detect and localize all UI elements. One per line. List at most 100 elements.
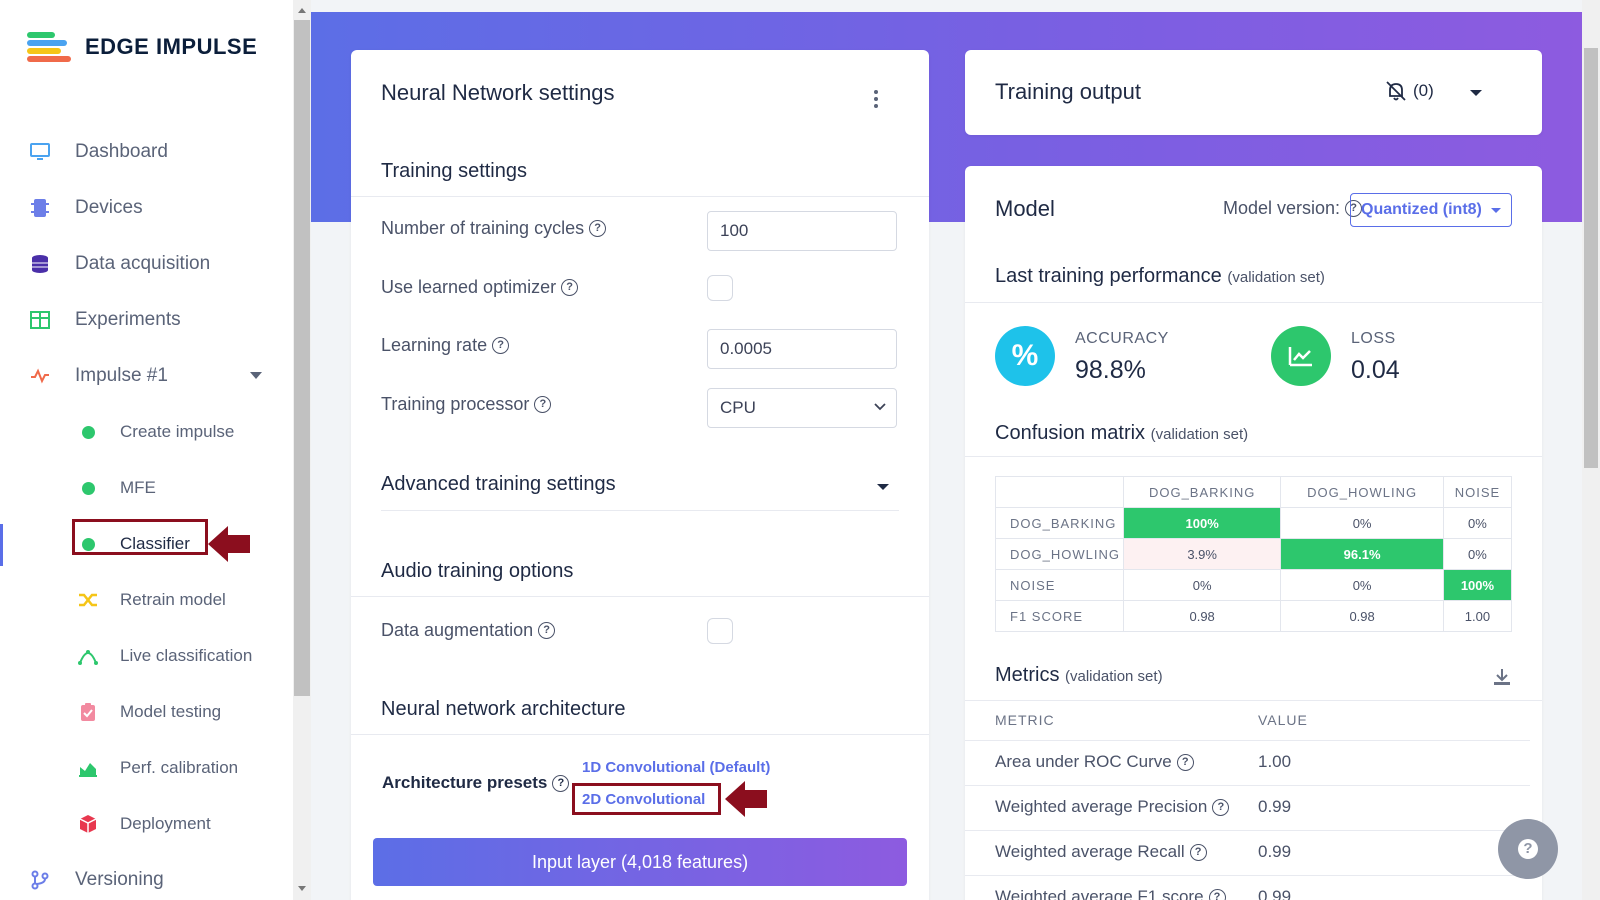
divider xyxy=(965,302,1542,303)
scroll-down-icon[interactable] xyxy=(298,886,306,891)
section-title: Confusion matrix (validation set) xyxy=(995,422,1249,444)
preset-1d-convolutional-link[interactable]: 1D Convolutional (Default) xyxy=(582,759,770,776)
accuracy-value: 98.8% xyxy=(1075,356,1146,384)
metric-value: 0.99 xyxy=(1258,797,1292,816)
help-icon[interactable]: ? xyxy=(552,774,570,792)
value-column-header: VALUE xyxy=(1258,712,1308,728)
sidebar-item-perf-calibration[interactable]: Perf. calibration xyxy=(0,740,293,796)
help-icon[interactable]: ? xyxy=(1189,843,1207,861)
section-title: Audio training options xyxy=(381,560,574,582)
sidebar-item-live-classification[interactable]: Live classification xyxy=(0,628,293,684)
learned-optimizer-checkbox[interactable] xyxy=(707,275,733,301)
area-chart-icon xyxy=(77,757,99,779)
sidebar-item-retrain-model[interactable]: Retrain model xyxy=(0,572,293,628)
learning-rate-input[interactable]: 0.0005 xyxy=(707,329,897,369)
help-icon[interactable]: ? xyxy=(1212,798,1230,816)
training-processor-label: Training processor? xyxy=(381,394,552,415)
loss-label: LOSS xyxy=(1351,330,1396,347)
question-icon: ? xyxy=(1518,839,1538,859)
section-title: Metrics (validation set) xyxy=(995,664,1163,686)
help-icon[interactable]: ? xyxy=(1176,753,1194,771)
sidebar-item-data-acquisition[interactable]: Data acquisition xyxy=(0,236,293,292)
sidebar-item-label: Classifier xyxy=(120,534,190,553)
sidebar-item-dashboard[interactable]: Dashboard xyxy=(0,124,293,180)
help-button[interactable]: ? xyxy=(1498,819,1558,879)
table-row: Weighted average Precision? 0.99 xyxy=(965,785,1530,829)
sidebar-item-mfe[interactable]: MFE xyxy=(0,460,293,516)
scrollbar-thumb[interactable] xyxy=(1584,48,1598,468)
sidebar-item-label: Deployment xyxy=(120,814,211,833)
model-version-dropdown[interactable]: Quantized (int8) xyxy=(1350,193,1512,227)
status-dot-icon xyxy=(77,421,99,443)
preset-2d-convolutional-link[interactable]: 2D Convolutional xyxy=(582,791,705,808)
training-processor-select[interactable]: CPU xyxy=(707,388,897,428)
page-scrollbar[interactable] xyxy=(1582,0,1600,900)
sidebar-item-label: Live classification xyxy=(120,646,253,665)
chevron-down-icon[interactable] xyxy=(250,372,262,379)
matrix-cell: 0.98 xyxy=(1122,600,1282,632)
notifications-toggle[interactable]: (0) xyxy=(1385,80,1434,102)
column-header: DOG_BARKING xyxy=(1122,476,1282,508)
model-card: Model Model version:? Quantized (int8) L… xyxy=(965,166,1542,900)
metric-column-header: METRIC xyxy=(995,712,1055,728)
status-dot-icon xyxy=(77,533,99,555)
caret-down-icon[interactable] xyxy=(1470,90,1482,96)
scroll-up-icon[interactable] xyxy=(298,8,306,13)
column-header: DOG_HOWLING xyxy=(1280,476,1444,508)
table-row: Weighted average Recall? 0.99 xyxy=(965,830,1530,874)
download-icon[interactable] xyxy=(1493,668,1511,686)
sidebar-scrollbar[interactable] xyxy=(293,0,311,900)
pulse-icon xyxy=(29,365,51,387)
accuracy-label: ACCURACY xyxy=(1075,330,1169,347)
percent-icon: % xyxy=(995,326,1055,386)
help-icon[interactable]: ? xyxy=(1208,888,1226,900)
input-layer-button[interactable]: Input layer (4,018 features) xyxy=(373,838,907,886)
sidebar-item-label: Data acquisition xyxy=(75,253,211,274)
chevron-down-icon xyxy=(874,403,886,411)
bezier-curve-icon xyxy=(77,645,99,667)
sidebar-item-label: Dashboard xyxy=(75,141,168,162)
loss-value: 0.04 xyxy=(1351,356,1400,384)
row-header: NOISE xyxy=(995,569,1124,601)
sidebar-item-deployment[interactable]: Deployment xyxy=(0,796,293,852)
metric-name: Weighted average Recall xyxy=(995,842,1185,861)
sidebar-item-label: Create impulse xyxy=(120,422,235,441)
sidebar-item-classifier[interactable]: Classifier xyxy=(0,516,293,572)
card-title: Model xyxy=(995,196,1055,221)
sidebar-item-label: Retrain model xyxy=(120,590,226,609)
sidebar-item-impulse[interactable]: Impulse #1 xyxy=(0,348,293,404)
data-augmentation-checkbox[interactable] xyxy=(707,618,733,644)
git-branch-icon xyxy=(29,869,51,891)
caret-down-icon[interactable] xyxy=(877,484,889,490)
divider xyxy=(351,596,929,597)
help-icon[interactable]: ? xyxy=(561,279,579,296)
training-output-card: Training output (0) xyxy=(965,50,1542,135)
advanced-settings-toggle[interactable]: Advanced training settings xyxy=(381,473,616,496)
chip-icon xyxy=(29,197,51,219)
sidebar-item-label: Perf. calibration xyxy=(120,758,239,777)
help-icon[interactable]: ? xyxy=(538,622,556,639)
clipboard-check-icon xyxy=(77,701,99,723)
section-title: Neural network architecture xyxy=(381,698,626,720)
help-icon[interactable]: ? xyxy=(534,396,552,413)
metric-name: Weighted average F1 score xyxy=(995,887,1204,900)
sidebar-item-experiments[interactable]: Experiments xyxy=(0,292,293,348)
logo[interactable]: EDGE IMPULSE xyxy=(27,30,257,64)
sidebar-nav: Dashboard Devices Data acquisition Exper… xyxy=(0,124,293,900)
sidebar-item-model-testing[interactable]: Model testing xyxy=(0,684,293,740)
column-header: NOISE xyxy=(1442,476,1513,508)
sidebar-item-create-impulse[interactable]: Create impulse xyxy=(0,404,293,460)
scrollbar-thumb[interactable] xyxy=(294,20,310,696)
help-icon[interactable]: ? xyxy=(492,337,510,354)
matrix-cell: 0% xyxy=(1280,569,1444,601)
bell-off-icon xyxy=(1386,81,1406,101)
help-icon[interactable]: ? xyxy=(589,220,607,237)
kebab-menu-icon[interactable] xyxy=(874,90,878,111)
training-cycles-input[interactable]: 100 xyxy=(707,211,897,251)
sidebar-item-devices[interactable]: Devices xyxy=(0,180,293,236)
matrix-cell: 100% xyxy=(1442,569,1513,601)
metric-value: 0.99 xyxy=(1258,887,1292,900)
caret-down-icon xyxy=(1491,208,1501,213)
sidebar-item-versioning[interactable]: Versioning xyxy=(0,852,293,900)
matrix-cell: 96.1% xyxy=(1280,538,1444,570)
